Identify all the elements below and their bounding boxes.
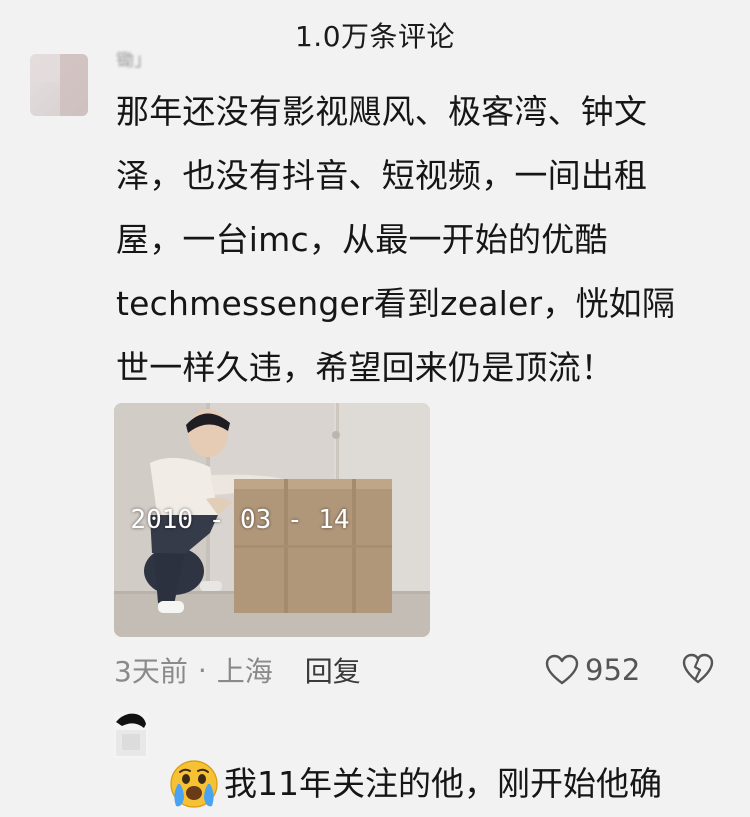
dislike-button[interactable] [682,652,714,686]
comment-body: 我11年关注的他，刚开始他确 [168,758,662,810]
comment-line: 那年还没有影视飓风、极客湾、钟文 [116,92,648,131]
video-date-overlay: 2010 - 03 - 14 [130,505,350,535]
heart-outline-icon [545,654,579,685]
avatar-image [114,712,148,758]
comment-count-title: 1.0万条评论 [294,20,456,53]
comment-location: 上海 [216,655,273,688]
meta-separator: · [197,653,207,687]
comment-body: 那年还没有影视飓风、极客湾、钟文 泽，也没有抖音、短视频，一间出租 屋，一台im… [116,80,716,400]
crying-face-emoji [170,760,218,808]
like-count: 952 [585,653,641,687]
comment-text: 我11年关注的他，刚开始他确 [224,764,662,803]
comment-line: 世一样久违，希望回来仍是顶流！ [116,348,614,387]
comments-header: 1.0万条评论 [0,0,750,70]
comment-time: 3天前 [114,655,188,688]
comment-line: 泽，也没有抖音、短视频，一间出租 [116,156,648,195]
comment-line: 屋，一台imc，从最一开始的优酷 [116,220,608,259]
like-button[interactable]: 952 [545,648,640,692]
broken-heart-icon [682,653,714,684]
comment-line: techmessenger看到zealer，恍如隔 [116,284,676,323]
username[interactable]: 锄」 [116,52,186,70]
avatar[interactable] [30,54,88,116]
video-thumbnail[interactable]: 2010 - 03 - 14 [114,403,430,637]
comment-meta: 3天前 · 上海 回复 [114,648,361,692]
reply-button[interactable]: 回复 [305,650,361,690]
avatar[interactable] [114,712,148,758]
